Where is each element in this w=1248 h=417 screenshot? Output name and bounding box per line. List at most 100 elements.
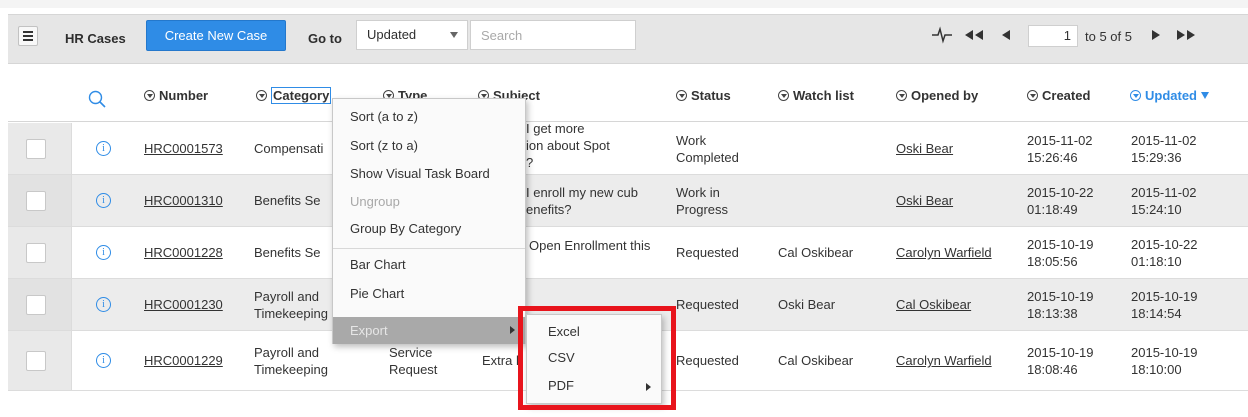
updated-time: 15:29:36 — [1131, 150, 1182, 165]
updated-time: 01:18:10 — [1131, 254, 1182, 269]
info-icon[interactable]: i — [96, 353, 111, 368]
opened-by-link[interactable]: Oski Bear — [896, 192, 953, 209]
last-page-icon[interactable] — [1174, 26, 1198, 44]
row-checkbox[interactable] — [26, 139, 46, 159]
watch-list-cell: Cal Oskibear — [778, 353, 854, 368]
previous-page-icon[interactable] — [1000, 26, 1014, 44]
column-menu-icon[interactable] — [1130, 90, 1141, 101]
column-header-opened-by[interactable]: Opened by — [896, 88, 978, 103]
export-pdf-label: PDF — [548, 378, 574, 393]
menu-item-export-label: Export — [350, 323, 388, 338]
opened-by-link[interactable]: Carolyn Warfield — [896, 244, 992, 261]
column-menu-icon[interactable] — [778, 90, 789, 101]
table-row[interactable]: i HRC0001573 Compensati I get more ion a… — [8, 121, 1248, 175]
row-checkbox[interactable] — [26, 351, 46, 371]
category-cell: Compensati — [254, 141, 324, 156]
table-row[interactable]: i HRC0001228 Benefits Se Open Enrollment… — [8, 227, 1248, 279]
submenu-arrow-icon — [510, 326, 515, 334]
created-time: 18:08:46 — [1027, 362, 1078, 377]
info-icon[interactable]: i — [96, 193, 111, 208]
info-icon[interactable]: i — [96, 141, 111, 156]
column-label: Watch list — [793, 88, 854, 103]
row-checkbox[interactable] — [26, 243, 46, 263]
column-header-watch-list[interactable]: Watch list — [778, 88, 854, 103]
column-context-menu: Sort (a to z) Sort (z to a) Show Visual … — [332, 98, 526, 344]
subject-line-1: I get more — [526, 121, 585, 136]
case-number-link[interactable]: HRC0001573 — [144, 140, 223, 157]
status-cell: Requested — [676, 353, 739, 368]
submenu-arrow-icon — [646, 383, 651, 391]
row-gutter — [8, 227, 72, 278]
status-line-1: Work in — [676, 185, 720, 200]
list-menu-icon[interactable] — [18, 26, 38, 46]
info-icon[interactable]: i — [96, 297, 111, 312]
export-excel-item[interactable]: Excel — [548, 324, 580, 339]
dropdown-caret-icon — [450, 32, 458, 38]
column-menu-icon[interactable] — [676, 90, 687, 101]
updated-time: 18:10:00 — [1131, 362, 1182, 377]
menu-item-show-visual-task-board[interactable]: Show Visual Task Board — [350, 166, 490, 181]
category-line-2: Timekeeping — [254, 306, 328, 321]
column-label: Updated — [1145, 88, 1197, 103]
created-time: 18:05:56 — [1027, 254, 1078, 269]
page-range-text: to 5 of 5 — [1085, 29, 1132, 44]
goto-selected-value: Updated — [367, 27, 417, 42]
case-number-link[interactable]: HRC0001228 — [144, 244, 223, 261]
column-menu-icon[interactable] — [256, 90, 267, 101]
menu-item-sort-a-z[interactable]: Sort (a to z) — [350, 109, 418, 124]
search-input[interactable] — [470, 20, 636, 50]
goto-label: Go to — [308, 31, 342, 46]
export-submenu: Excel CSV PDF — [526, 314, 662, 404]
menu-item-group-by-category[interactable]: Group By Category — [350, 221, 461, 236]
column-menu-icon[interactable] — [144, 90, 155, 101]
row-gutter — [8, 175, 72, 226]
export-pdf-item[interactable]: PDF — [548, 378, 658, 393]
row-gutter — [8, 279, 72, 330]
updated-time: 18:14:54 — [1131, 306, 1182, 321]
export-csv-item[interactable]: CSV — [548, 350, 575, 365]
menu-item-bar-chart[interactable]: Bar Chart — [350, 257, 406, 272]
column-header-status[interactable]: Status — [676, 88, 731, 103]
page-number-input[interactable]: 1 — [1028, 25, 1078, 47]
column-header-created[interactable]: Created — [1027, 88, 1090, 103]
row-checkbox[interactable] — [26, 191, 46, 211]
updated-time: 15:24:10 — [1131, 202, 1182, 217]
column-header-category[interactable]: Category — [256, 87, 332, 104]
case-number-link[interactable]: HRC0001229 — [144, 352, 223, 369]
goto-field-select[interactable]: Updated — [356, 20, 468, 50]
first-page-icon[interactable] — [962, 26, 986, 44]
updated-date: 2015-10-22 — [1131, 237, 1198, 252]
case-number-link[interactable]: HRC0001230 — [144, 296, 223, 313]
search-icon[interactable] — [88, 90, 106, 108]
sort-descending-icon — [1201, 92, 1209, 99]
info-icon[interactable]: i — [96, 245, 111, 260]
column-menu-icon[interactable] — [1027, 90, 1038, 101]
type-line-2: Request — [389, 362, 438, 377]
subject-line-3: ? — [526, 155, 534, 170]
column-header-updated[interactable]: Updated — [1130, 88, 1209, 103]
updated-date: 2015-10-19 — [1131, 345, 1198, 360]
opened-by-link[interactable]: Oski Bear — [896, 140, 953, 157]
updated-date: 2015-11-02 — [1131, 185, 1197, 200]
category-cell: Benefits Se — [254, 245, 321, 260]
subject-line-2: enefits? — [526, 202, 572, 217]
column-menu-icon[interactable] — [896, 90, 907, 101]
column-header-number[interactable]: Number — [144, 88, 208, 103]
opened-by-link[interactable]: Cal Oskibear — [896, 296, 971, 313]
list-header: HR Cases Create New Case Go to Updated 1… — [8, 14, 1248, 64]
status-line-2: Progress — [676, 202, 729, 217]
menu-item-export[interactable]: Export — [333, 317, 525, 344]
next-page-icon[interactable] — [1149, 26, 1163, 44]
activity-stream-icon[interactable] — [932, 26, 952, 44]
create-new-case-button[interactable]: Create New Case — [146, 20, 286, 51]
created-time: 15:26:46 — [1027, 150, 1078, 165]
column-label: Opened by — [911, 88, 979, 103]
menu-item-sort-z-a[interactable]: Sort (z to a) — [350, 138, 418, 153]
created-date: 2015-10-22 — [1027, 185, 1094, 200]
table-row[interactable]: i HRC0001310 Benefits Se I enroll my new… — [8, 175, 1248, 227]
top-strip — [0, 0, 1248, 8]
row-checkbox[interactable] — [26, 295, 46, 315]
menu-item-pie-chart[interactable]: Pie Chart — [350, 286, 404, 301]
case-number-link[interactable]: HRC0001310 — [144, 192, 223, 209]
opened-by-link[interactable]: Carolyn Warfield — [896, 352, 992, 369]
